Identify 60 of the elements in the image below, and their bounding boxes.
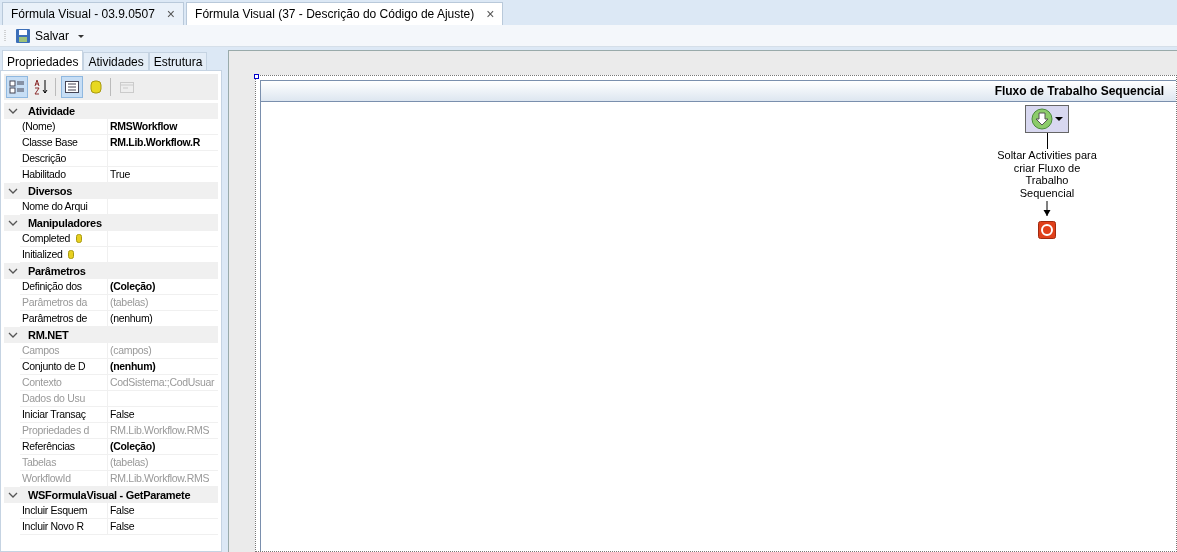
property-name: Parâmetros da (22, 294, 87, 310)
sort-icon (33, 79, 49, 95)
property-value[interactable]: True (110, 166, 130, 183)
property-name: Parâmetros de (22, 310, 87, 326)
property-name: Referências (22, 438, 75, 454)
close-button[interactable]: × (166, 3, 176, 25)
start-activity-button[interactable] (1025, 105, 1069, 133)
close-button[interactable]: × (486, 3, 495, 25)
property-name: Dados do Usu (22, 390, 85, 406)
property-name: Campos (22, 342, 60, 358)
property-name: Descrição (22, 150, 66, 166)
property-name: Contexto (22, 374, 62, 390)
category-label: Manipuladores (28, 215, 102, 231)
property-value[interactable]: (Coleção) (110, 278, 156, 295)
property-name: Incluir Novo R (22, 518, 84, 534)
property-name: Propriedades d (22, 422, 89, 438)
document-tab[interactable]: Fórmula Visual (37 - Descrição do Código de Ajuste) × (186, 2, 504, 25)
panel-tab[interactable]: Estrutura (148, 52, 208, 70)
property-name: Initialized (22, 246, 63, 262)
panel-tab[interactable]: Atividades (83, 52, 149, 70)
categorized-icon (9, 79, 25, 95)
property-value[interactable]: (nenhum) (110, 358, 156, 375)
category-label: Atividade (28, 103, 75, 119)
property-name: WorkflowId (22, 470, 71, 486)
property-value[interactable]: RMSWorkflow (110, 118, 178, 135)
database-icon (88, 79, 104, 95)
panel-tab[interactable]: Propriedades (2, 50, 84, 70)
property-value[interactable]: False (110, 406, 135, 423)
category-label: Parâmetros (28, 263, 86, 279)
property-value[interactable]: (Coleção) (110, 438, 156, 455)
property-name: Habilitado (22, 166, 66, 182)
property-name: Classe Base (22, 134, 78, 150)
window-icon (119, 79, 135, 95)
property-value[interactable]: False (110, 502, 135, 519)
document-tab[interactable]: Fórmula Visual - 03.9.0507 × (2, 2, 185, 25)
property-name: Incluir Esquem (22, 502, 88, 518)
property-name: Iniciar Transaç (22, 406, 86, 422)
property-value[interactable]: (nenhum) (110, 310, 153, 327)
property-name: (Nome) (22, 118, 56, 134)
property-name: Conjunto de D (22, 358, 86, 374)
stop-icon (1038, 221, 1056, 239)
property-value[interactable]: RM.Lib.Workflow.R (110, 134, 200, 151)
tab-title: Fórmula Visual (37 - Descrição do Código de Ajuste) (195, 6, 475, 23)
property-name: Definição dos (22, 278, 82, 294)
list-icon (64, 79, 80, 95)
property-name: Nome do Arqui (22, 198, 88, 214)
property-value[interactable]: False (110, 518, 135, 535)
property-name: Tabelas (22, 454, 57, 470)
category-label: WSFormulaVisual - GetParamete (28, 487, 191, 503)
category-label: Diversos (28, 183, 73, 199)
property-name: Completed (22, 230, 71, 246)
drop-hint: Soltar Activities para criar Fluxo de Trabalho Sequencial (997, 149, 1097, 199)
workflow-title: Fluxo de Trabalho Sequencial (994, 83, 1164, 100)
down-arrow-icon (1043, 201, 1051, 217)
caret-icon (1055, 116, 1063, 122)
category-label: RM.NET (28, 327, 69, 343)
tab-title: Fórmula Visual - 03.9.0507 (11, 6, 155, 23)
save-button[interactable]: Salvar (11, 26, 89, 45)
grid-tool-button[interactable] (61, 76, 83, 98)
grip-icon (4, 28, 7, 43)
